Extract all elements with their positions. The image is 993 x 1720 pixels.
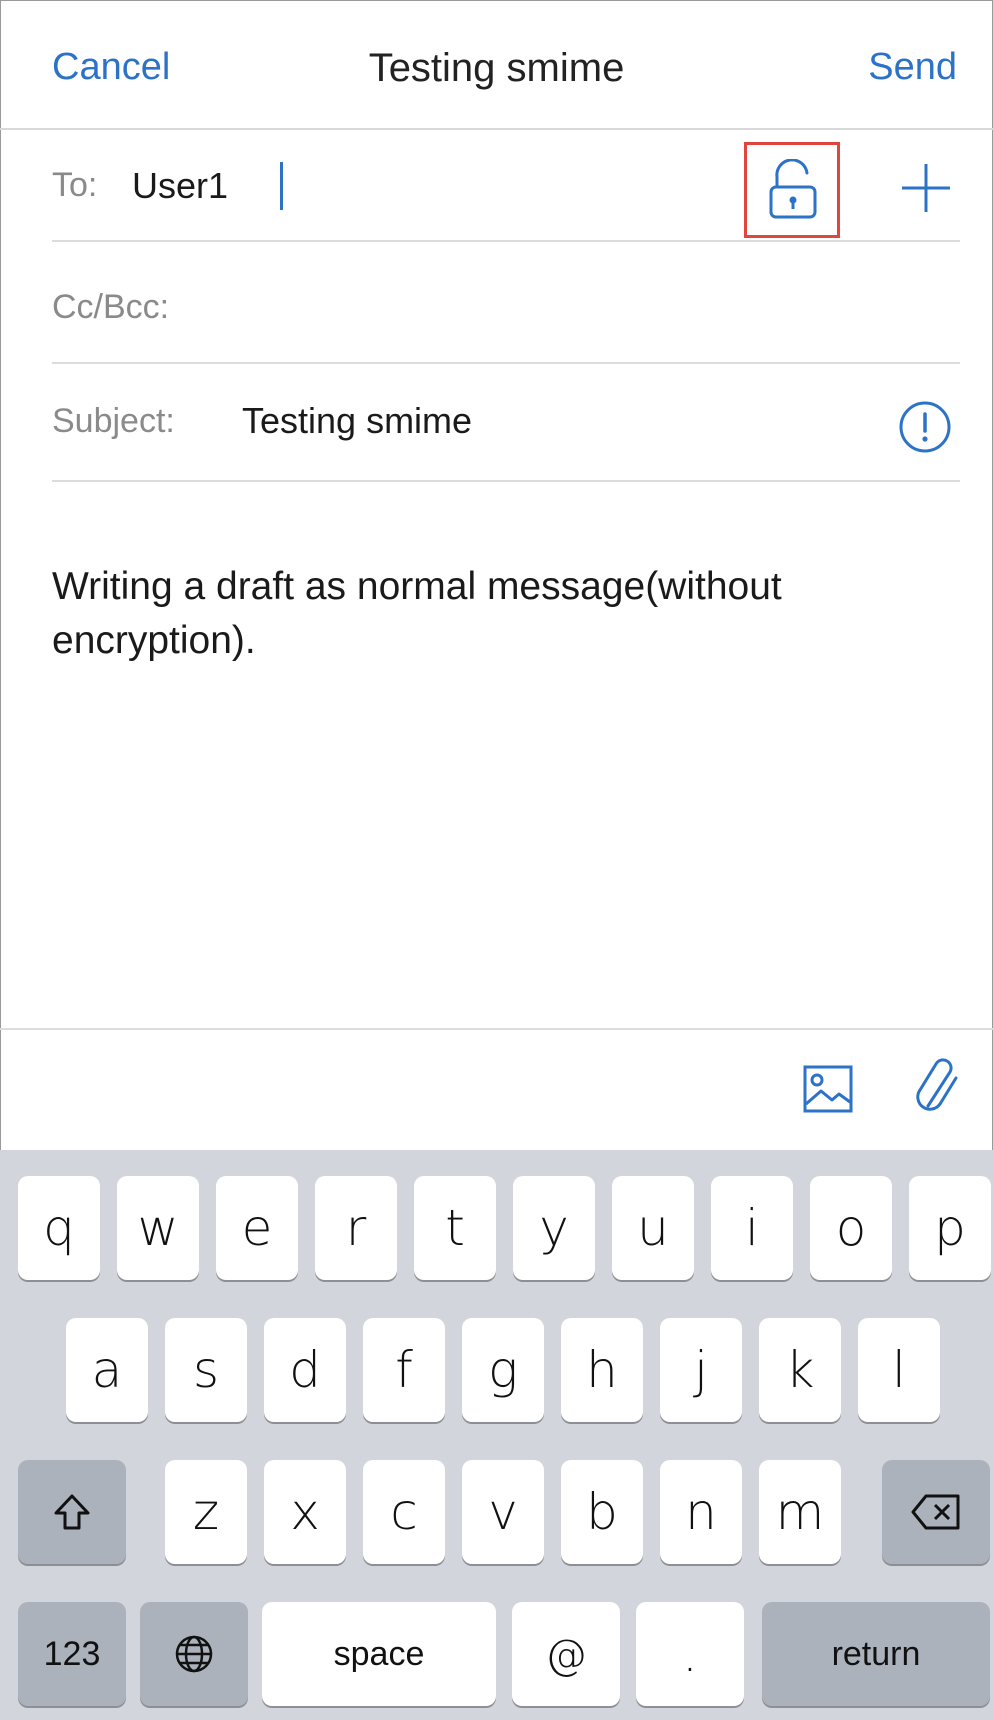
key-z[interactable]: z bbox=[165, 1460, 247, 1564]
send-button[interactable]: Send bbox=[868, 46, 957, 89]
subject-label: Subject: bbox=[52, 402, 175, 440]
image-icon[interactable] bbox=[802, 1064, 854, 1114]
key-f[interactable]: f bbox=[363, 1318, 445, 1422]
message-body[interactable]: Writing a draft as normal message(withou… bbox=[52, 560, 932, 668]
key-m[interactable]: m bbox=[759, 1460, 841, 1564]
key-l[interactable]: l bbox=[858, 1318, 940, 1422]
key-u[interactable]: u bbox=[612, 1176, 694, 1280]
shift-key[interactable] bbox=[18, 1460, 126, 1564]
numbers-key[interactable]: 123 bbox=[18, 1602, 126, 1706]
key-r[interactable]: r bbox=[315, 1176, 397, 1280]
key-x[interactable]: x bbox=[264, 1460, 346, 1564]
to-recipient[interactable]: User1 bbox=[132, 165, 228, 207]
key-g[interactable]: g bbox=[462, 1318, 544, 1422]
key-y[interactable]: y bbox=[513, 1176, 595, 1280]
key-q[interactable]: q bbox=[18, 1176, 100, 1280]
key-d[interactable]: d bbox=[264, 1318, 346, 1422]
to-divider bbox=[52, 240, 960, 242]
encryption-toggle-button[interactable] bbox=[744, 142, 840, 238]
key-w[interactable]: w bbox=[117, 1176, 199, 1280]
key-s[interactable]: s bbox=[165, 1318, 247, 1422]
text-cursor bbox=[280, 162, 283, 210]
return-key[interactable]: return bbox=[762, 1602, 990, 1706]
dot-key[interactable]: . bbox=[636, 1602, 744, 1706]
unlock-icon bbox=[769, 159, 817, 219]
globe-key[interactable] bbox=[140, 1602, 248, 1706]
key-i[interactable]: i bbox=[711, 1176, 793, 1280]
to-label: To: bbox=[52, 166, 98, 204]
key-j[interactable]: j bbox=[660, 1318, 742, 1422]
key-n[interactable]: n bbox=[660, 1460, 742, 1564]
key-o[interactable]: o bbox=[810, 1176, 892, 1280]
header-divider bbox=[0, 128, 993, 130]
compose-title: Testing smime bbox=[368, 46, 625, 90]
cc-bcc-field[interactable]: Cc/Bcc: bbox=[52, 288, 169, 327]
space-key[interactable]: space bbox=[262, 1602, 496, 1706]
shift-icon bbox=[54, 1494, 90, 1530]
key-t[interactable]: t bbox=[414, 1176, 496, 1280]
key-a[interactable]: a bbox=[66, 1318, 148, 1422]
paperclip-icon[interactable] bbox=[914, 1058, 964, 1120]
key-v[interactable]: v bbox=[462, 1460, 544, 1564]
toolbar-divider bbox=[0, 1028, 993, 1030]
cc-divider bbox=[52, 362, 960, 364]
subject-input[interactable]: Testing smime bbox=[242, 400, 472, 442]
info-icon[interactable] bbox=[898, 400, 952, 454]
key-c[interactable]: c bbox=[363, 1460, 445, 1564]
key-k[interactable]: k bbox=[759, 1318, 841, 1422]
backspace-icon bbox=[911, 1494, 960, 1530]
key-b[interactable]: b bbox=[561, 1460, 643, 1564]
keyboard: q w e r t y u i o p a s d f g h j k l z … bbox=[0, 1150, 993, 1720]
key-h[interactable]: h bbox=[561, 1318, 643, 1422]
subject-divider bbox=[52, 480, 960, 482]
key-e[interactable]: e bbox=[216, 1176, 298, 1280]
at-key[interactable]: @ bbox=[512, 1602, 620, 1706]
add-recipient-icon[interactable] bbox=[898, 160, 954, 216]
globe-icon bbox=[175, 1635, 213, 1673]
compose-header: Cancel Testing smime Send bbox=[0, 0, 993, 128]
backspace-key[interactable] bbox=[882, 1460, 990, 1564]
key-p[interactable]: p bbox=[909, 1176, 991, 1280]
